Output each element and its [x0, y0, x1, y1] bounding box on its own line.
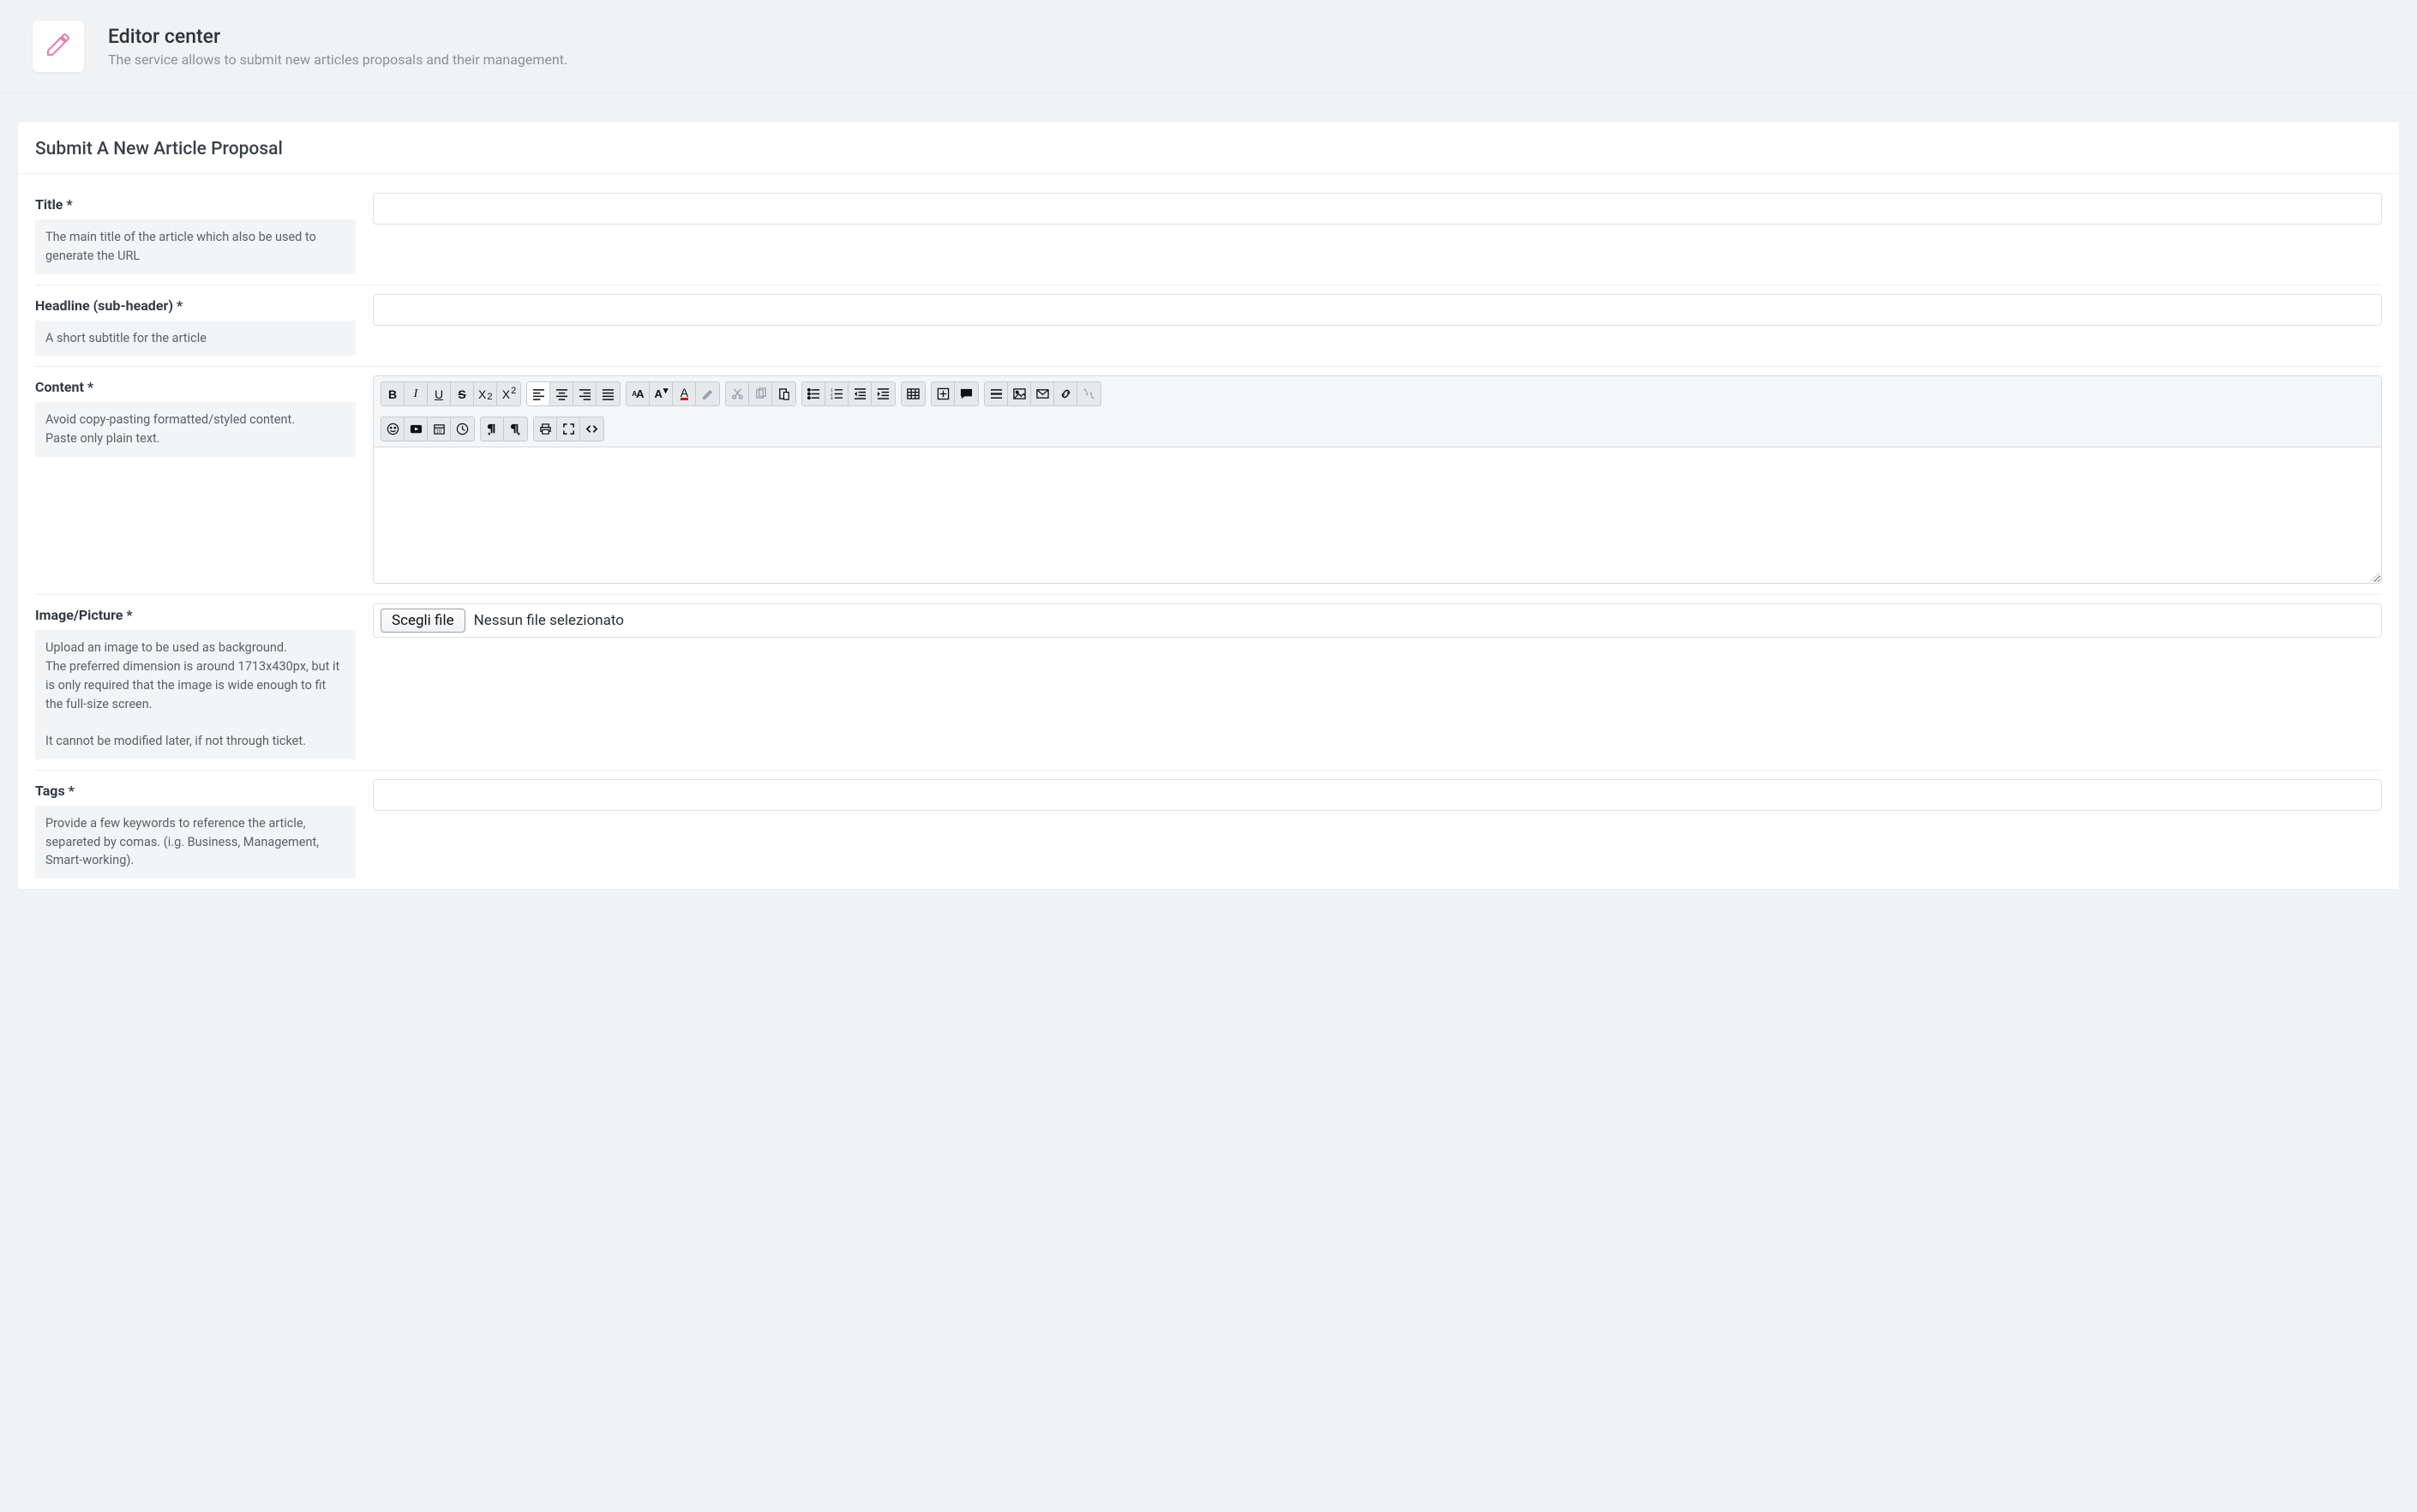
headline-help: A short subtitle for the article: [35, 321, 356, 357]
align-right-button[interactable]: [573, 382, 597, 405]
svg-text:10: 10: [435, 429, 441, 435]
file-chooser: Scegli file Nessun file selezionato: [373, 603, 2382, 638]
bold-button[interactable]: B: [381, 382, 405, 405]
ltr-button[interactable]: [481, 417, 504, 441]
pencil-icon: [45, 31, 72, 62]
mail-button[interactable]: [1031, 382, 1054, 405]
headline-label: Headline (sub-header) *: [35, 294, 356, 321]
text-color-button[interactable]: A: [673, 382, 696, 405]
card-heading: Submit A New Article Proposal: [18, 122, 2399, 174]
emoji-button[interactable]: [381, 417, 405, 441]
field-content: Content * Avoid copy-pasting formatted/s…: [35, 366, 2382, 594]
field-tags: Tags * Provide a few keywords to referen…: [35, 770, 2382, 889]
page-icon-box: [33, 21, 84, 72]
outdent-button[interactable]: [849, 382, 872, 405]
link-button[interactable]: [1054, 382, 1077, 405]
field-headline: Headline (sub-header) * A short subtitle…: [35, 285, 2382, 367]
font-family-button[interactable]: AA: [627, 382, 650, 405]
special-char-button[interactable]: [932, 382, 955, 405]
unlink-button[interactable]: [1077, 382, 1101, 405]
form-card: Submit A New Article Proposal Title * Th…: [17, 121, 2400, 890]
content-help: Avoid copy-pasting formatted/styled cont…: [35, 402, 356, 457]
horizontal-rule-button[interactable]: [985, 382, 1008, 405]
page-title: Editor center: [108, 25, 567, 48]
table-button[interactable]: [902, 382, 925, 405]
title-label: Title *: [35, 193, 356, 219]
subscript-button[interactable]: X2: [474, 382, 497, 405]
image-help: Upload an image to be used as background…: [35, 630, 356, 759]
field-title: Title * The main title of the article wh…: [35, 184, 2382, 285]
remove-format-button[interactable]: [696, 382, 719, 405]
file-selected-label: Nessun file selezionato: [474, 612, 624, 629]
page-subtitle: The service allows to submit new article…: [108, 51, 567, 68]
align-justify-button[interactable]: [597, 382, 620, 405]
source-button[interactable]: [580, 417, 603, 441]
field-image: Image/Picture * Upload an image to be us…: [35, 594, 2382, 770]
svg-text:3: 3: [831, 396, 833, 400]
video-button[interactable]: [405, 417, 428, 441]
ordered-list-button[interactable]: 123: [825, 382, 849, 405]
comment-icon[interactable]: [955, 382, 978, 405]
date-button[interactable]: 10: [428, 417, 451, 441]
page-header-text: Editor center The service allows to subm…: [108, 25, 567, 68]
italic-button[interactable]: I: [405, 382, 428, 405]
unordered-list-button[interactable]: [802, 382, 825, 405]
underline-button[interactable]: U: [428, 382, 451, 405]
strike-button[interactable]: S: [451, 382, 474, 405]
page-header: Editor center The service allows to subm…: [0, 0, 2417, 93]
align-center-button[interactable]: [550, 382, 573, 405]
rich-text-editor: B I U S X2 X2: [373, 375, 2382, 584]
cut-button[interactable]: [726, 382, 749, 405]
copy-button[interactable]: [749, 382, 772, 405]
tags-input[interactable]: [373, 779, 2382, 811]
paste-button[interactable]: [772, 382, 795, 405]
print-button[interactable]: [534, 417, 557, 441]
fullscreen-button[interactable]: [557, 417, 580, 441]
title-input[interactable]: [373, 193, 2382, 225]
indent-button[interactable]: [872, 382, 895, 405]
rtl-button[interactable]: [504, 417, 527, 441]
headline-input[interactable]: [373, 294, 2382, 326]
align-left-button[interactable]: [527, 382, 550, 405]
time-button[interactable]: [451, 417, 474, 441]
content-label: Content *: [35, 375, 356, 402]
font-size-button[interactable]: A▾: [650, 382, 673, 405]
title-help: The main title of the article which also…: [35, 219, 356, 274]
editor-toolbar: B I U S X2 X2: [374, 376, 2381, 447]
tags-label: Tags *: [35, 779, 356, 806]
tags-help: Provide a few keywords to reference the …: [35, 806, 356, 879]
content-editor[interactable]: [374, 447, 2381, 583]
superscript-button[interactable]: X2: [497, 382, 520, 405]
choose-file-button[interactable]: Scegli file: [381, 609, 465, 633]
image-button[interactable]: [1008, 382, 1031, 405]
image-label: Image/Picture *: [35, 603, 356, 630]
